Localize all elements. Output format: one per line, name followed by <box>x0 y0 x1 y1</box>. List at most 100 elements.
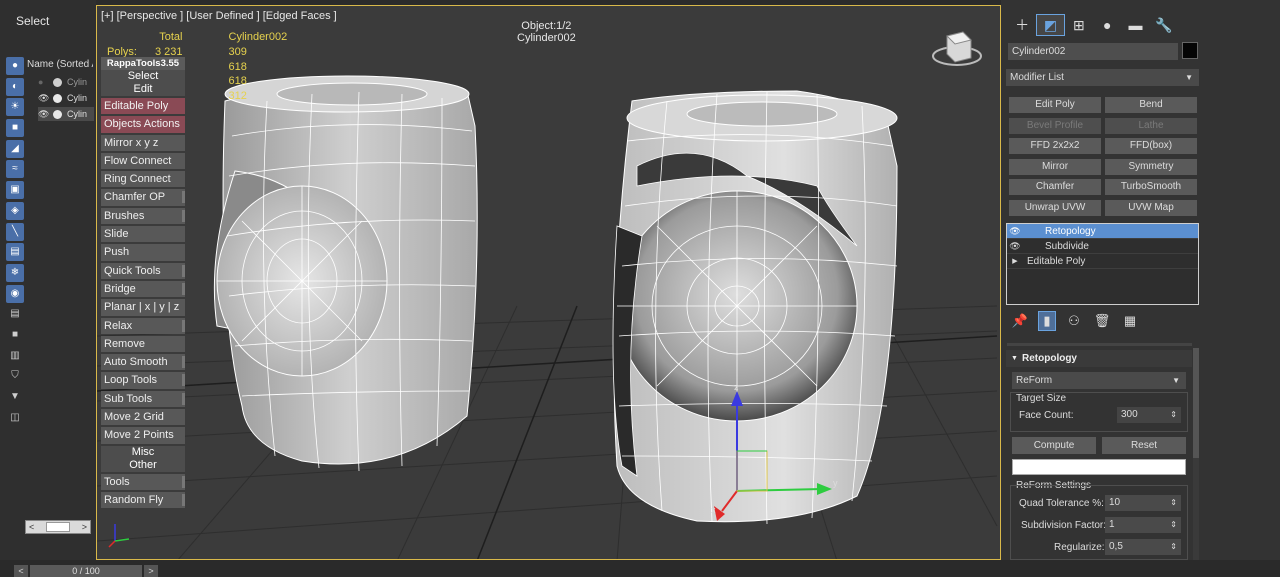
motion-tab-icon[interactable]: ● <box>1093 14 1121 36</box>
subdivision-factor-spinner[interactable]: 1 ⇕ <box>1105 517 1181 533</box>
rappa-bridge-button[interactable]: Bridge <box>101 280 185 298</box>
hidden-filter-icon[interactable]: ◉ <box>6 284 24 303</box>
unwrap-uvw-modifier-button[interactable]: Unwrap UVW <box>1009 200 1101 216</box>
retopology-mode-dropdown[interactable]: ReForm ▼ <box>1012 372 1186 389</box>
containers-filter-icon[interactable]: ▤ <box>6 243 24 262</box>
spinner-arrows-icon[interactable]: ⇕ <box>1170 539 1177 555</box>
object-color-swatch[interactable] <box>1182 42 1198 59</box>
rappa-brushes-button[interactable]: Brushes <box>101 207 185 225</box>
eye-icon[interactable]: 👁 <box>1007 226 1023 237</box>
explorer-row[interactable]: ● Cylin <box>38 75 94 89</box>
time-slider[interactable]: 0 / 100 <box>30 565 142 577</box>
stack-item-retopology[interactable]: 👁 Retopology <box>1007 224 1198 239</box>
bevel-profile-modifier-button[interactable]: Bevel Profile <box>1009 118 1101 134</box>
bones-filter-icon[interactable]: ╲ <box>6 222 24 241</box>
explorer-row[interactable]: 👁 Cylin <box>38 91 94 105</box>
rappa-flow-connect-button[interactable]: Flow Connect <box>101 152 185 170</box>
spinner-arrows-icon[interactable]: ⇕ <box>1170 495 1177 511</box>
cylinder-right-mesh[interactable] <box>612 90 898 525</box>
display-tab-icon[interactable]: ▬ <box>1121 14 1149 36</box>
explorer-name-column-header[interactable]: Name (Sorted A <box>27 59 93 70</box>
quad-tolerance-spinner[interactable]: 10 ⇕ <box>1105 495 1181 511</box>
display-none-icon[interactable]: ▥ <box>6 347 24 365</box>
rappatools-select-edit-header[interactable]: Select Edit <box>101 70 185 96</box>
viewcube[interactable] <box>932 31 982 66</box>
rappa-slide-button[interactable]: Slide <box>101 226 185 243</box>
rappa-other-label[interactable]: Other <box>101 459 185 472</box>
collapse-arrow-icon[interactable]: ▼ <box>1011 350 1018 367</box>
utilities-tab-icon[interactable]: 🔧 <box>1150 14 1178 36</box>
explorer-row-selected[interactable]: 👁 Cylin <box>38 107 94 121</box>
rappa-ring-connect-button[interactable]: Ring Connect <box>101 171 185 188</box>
rappa-remove-button[interactable]: Remove <box>101 335 185 353</box>
spinner-arrows-icon[interactable]: ⇕ <box>1170 517 1177 533</box>
shapes-filter-icon[interactable]: ◐ <box>6 77 24 96</box>
command-panel-scrollbar[interactable] <box>1193 348 1199 560</box>
spinner-arrows-icon[interactable]: ⇕ <box>1170 407 1177 423</box>
filter-funnel-icon[interactable]: ⛉ <box>6 367 24 385</box>
show-end-result-icon[interactable]: ▮ <box>1038 311 1056 331</box>
lights-filter-icon[interactable]: ☀ <box>6 98 24 117</box>
rappa-loop-tools-button[interactable]: Loop Tools <box>101 372 185 389</box>
rappa-edit-label[interactable]: Edit <box>101 83 185 96</box>
rappa-mirror-button[interactable]: Mirror x y z <box>101 134 185 151</box>
geometry-filter-icon[interactable]: ● <box>6 57 24 75</box>
stack-item-editable-poly[interactable]: ▶ Editable Poly <box>1007 254 1198 269</box>
hierarchy-tab-icon[interactable]: ⊞ <box>1065 14 1093 36</box>
modify-tab-icon[interactable]: ◩ <box>1036 14 1065 36</box>
reset-button[interactable]: Reset <box>1102 437 1186 454</box>
chamfer-modifier-button[interactable]: Chamfer <box>1009 179 1101 195</box>
spacewarps-filter-icon[interactable]: ≈ <box>6 160 24 179</box>
rappa-misc-other-header[interactable]: Misc Other <box>101 445 185 472</box>
scroll-thumb[interactable] <box>1193 348 1199 458</box>
cameras-filter-icon[interactable]: ■ <box>6 119 24 138</box>
rappa-tools-button[interactable]: Tools <box>101 473 185 490</box>
mirror-modifier-button[interactable]: Mirror <box>1009 159 1101 175</box>
previous-frame-button[interactable]: < <box>14 565 28 577</box>
turbosmooth-modifier-button[interactable]: TurboSmooth <box>1105 179 1197 195</box>
rappa-editable-poly-button[interactable]: Editable Poly <box>101 98 185 115</box>
rappa-relax-button[interactable]: Relax <box>101 317 185 334</box>
lathe-modifier-button[interactable]: Lathe <box>1105 118 1197 134</box>
modifier-list-dropdown[interactable]: Modifier List ▼ <box>1006 69 1199 86</box>
eye-icon[interactable]: 👁 <box>1007 241 1023 252</box>
scroll-thumb[interactable] <box>46 522 70 532</box>
rappa-auto-smooth-button[interactable]: Auto Smooth <box>101 354 185 371</box>
regularize-spinner[interactable]: 0,5 ⇕ <box>1105 539 1181 555</box>
rappa-misc-label[interactable]: Misc <box>101 446 185 459</box>
viewport-label-menu[interactable]: [+] [Perspective ] [User Defined ] [Edge… <box>101 10 337 22</box>
rappa-move-2-points-button[interactable]: Move 2 Points <box>101 427 185 444</box>
groups-filter-icon[interactable]: ▣ <box>6 181 24 200</box>
display-all-icon[interactable]: ■ <box>6 326 24 344</box>
next-frame-button[interactable]: > <box>144 565 158 577</box>
scroll-right-arrow-icon[interactable]: > <box>82 522 87 532</box>
rappa-move-2-grid-button[interactable]: Move 2 Grid <box>101 409 185 426</box>
uvw-map-modifier-button[interactable]: UVW Map <box>1105 200 1197 216</box>
ffd-box-modifier-button[interactable]: FFD(box) <box>1105 138 1197 154</box>
rappa-chamfer-op-button[interactable]: Chamfer OP <box>101 189 185 206</box>
ffd-2x2x2-modifier-button[interactable]: FFD 2x2x2 <box>1009 138 1101 154</box>
expand-arrow-icon[interactable]: ▶ <box>1007 257 1023 265</box>
frozen-filter-icon[interactable]: ❄ <box>6 263 24 282</box>
symmetry-modifier-button[interactable]: Symmetry <box>1105 159 1197 175</box>
eye-icon[interactable]: 👁 <box>38 93 50 104</box>
helpers-filter-icon[interactable]: ◢ <box>6 139 24 158</box>
rollout-title[interactable]: ▼ Retopology <box>1006 350 1192 367</box>
rappa-random-fly-button[interactable]: Random Fly <box>101 491 185 509</box>
rappa-objects-actions-button[interactable]: Objects Actions <box>101 116 185 133</box>
scroll-left-arrow-icon[interactable]: < <box>29 522 34 532</box>
link-icon[interactable]: ◫ <box>6 409 24 427</box>
create-tab-icon[interactable]: ＋ <box>1008 14 1036 36</box>
layer-list-icon[interactable]: ▤ <box>6 305 24 323</box>
cylinder-left-mesh[interactable] <box>213 75 478 472</box>
object-name-field[interactable]: Cylinder002 <box>1008 43 1178 60</box>
face-count-spinner[interactable]: 300 ⇕ <box>1117 407 1181 423</box>
visibility-toggle-icon[interactable]: ● <box>38 77 50 87</box>
rappa-sub-tools-button[interactable]: Sub Tools <box>101 390 185 408</box>
bend-modifier-button[interactable]: Bend <box>1105 97 1197 113</box>
eye-icon[interactable]: 👁 <box>38 109 50 120</box>
edit-poly-modifier-button[interactable]: Edit Poly <box>1009 97 1101 113</box>
configure-modifier-sets-icon[interactable]: ▦ <box>1120 311 1140 331</box>
remove-modifier-icon[interactable]: 🗑 <box>1092 311 1112 331</box>
perspective-viewport[interactable]: z y x [+] [Perspective ] [User Defined ]… <box>96 5 1001 560</box>
